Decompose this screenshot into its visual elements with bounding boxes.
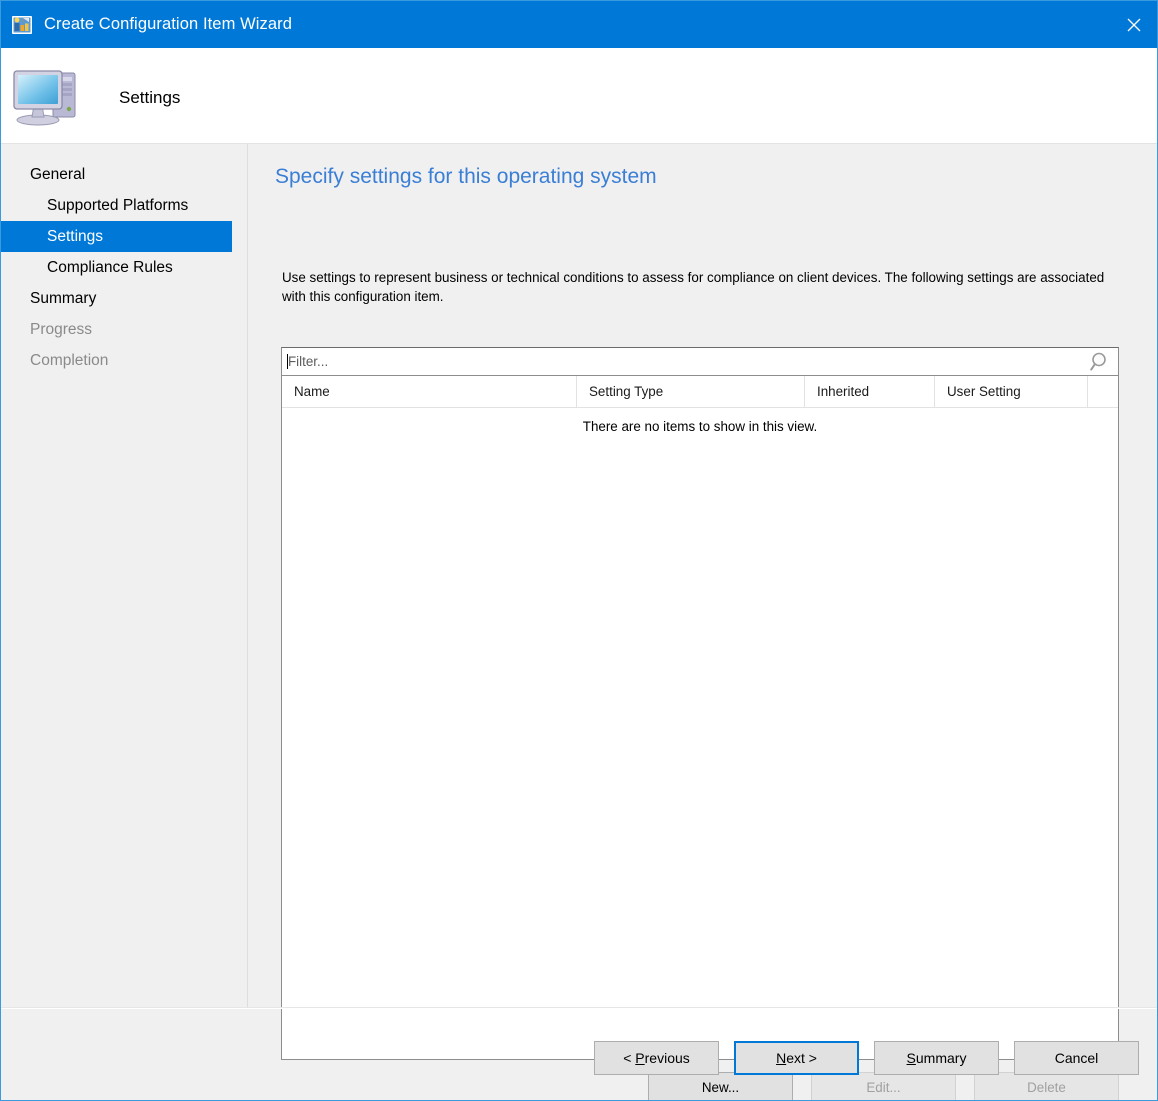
configuration-item-icon: [11, 14, 33, 36]
page-title: Specify settings for this operating syst…: [275, 165, 657, 188]
list-action-bar: New... Edit... Delete: [281, 1072, 1119, 1100]
settings-list[interactable]: Name Setting Type Inherited User Setting…: [281, 376, 1119, 1060]
column-header-setting-type[interactable]: Setting Type: [577, 376, 805, 407]
wizard-header: Settings: [1, 48, 1157, 144]
previous-button[interactable]: < Previous: [594, 1041, 719, 1075]
window-title: Create Configuration Item Wizard: [44, 15, 293, 33]
footer-divider-left: [1, 1008, 249, 1009]
next-button[interactable]: Next >: [734, 1041, 859, 1075]
page-description: Use settings to represent business or te…: [282, 270, 1105, 304]
sidebar-item-completion: Completion: [1, 345, 232, 376]
computer-icon: [9, 59, 87, 133]
create-configuration-item-wizard-window: Create Configuration Item Wizard Setting…: [0, 0, 1158, 1101]
cancel-button-label: Cancel: [1054, 1050, 1099, 1066]
wizard-body: General Supported Platforms Settings Com…: [1, 144, 1157, 1100]
column-header-user-setting[interactable]: User Setting: [935, 376, 1088, 407]
wizard-navigation: < Previous Next > Summary Cancel: [594, 1041, 1139, 1075]
delete-button: Delete: [974, 1072, 1119, 1100]
sidebar-item-supported-platforms[interactable]: Supported Platforms: [1, 190, 232, 221]
filter-placeholder: Filter...: [288, 354, 329, 369]
magnifier-icon[interactable]: [1088, 350, 1112, 374]
filter-input[interactable]: Filter...: [281, 347, 1119, 376]
column-header-spacer: [1088, 376, 1118, 407]
sidebar-item-label: Completion: [30, 351, 109, 369]
sidebar-item-label: Supported Platforms: [47, 196, 189, 214]
sidebar-item-compliance-rules[interactable]: Compliance Rules: [1, 252, 232, 283]
summary-button-label: Summary: [906, 1050, 967, 1066]
sidebar-item-settings[interactable]: Settings: [1, 221, 232, 252]
new-button[interactable]: New...: [648, 1072, 793, 1100]
close-icon[interactable]: [1111, 1, 1157, 48]
sidebar-item-label: General: [30, 165, 86, 183]
header-title: Settings: [119, 88, 181, 107]
wizard-step-list: General Supported Platforms Settings Com…: [1, 144, 248, 1100]
edit-button: Edit...: [811, 1072, 956, 1100]
sidebar-item-summary[interactable]: Summary: [1, 283, 232, 314]
sidebar-item-label: Progress: [30, 320, 93, 338]
empty-list-message: There are no items to show in this view.: [582, 419, 818, 434]
summary-button[interactable]: Summary: [874, 1041, 999, 1075]
sidebar-item-general[interactable]: General: [1, 159, 232, 190]
cancel-button[interactable]: Cancel: [1014, 1041, 1139, 1075]
content-pane: Specify settings for this operating syst…: [249, 144, 1157, 1100]
list-header-row: Name Setting Type Inherited User Setting: [282, 376, 1118, 408]
sidebar-item-progress: Progress: [1, 314, 232, 345]
sidebar-item-label: Summary: [30, 289, 97, 307]
column-header-inherited[interactable]: Inherited: [805, 376, 935, 407]
previous-button-label: < Previous: [623, 1050, 690, 1066]
next-button-label: Next >: [776, 1050, 817, 1066]
column-header-name[interactable]: Name: [282, 376, 577, 407]
title-bar: Create Configuration Item Wizard: [1, 1, 1157, 48]
sidebar-item-label: Compliance Rules: [47, 258, 173, 276]
sidebar-item-label: Settings: [47, 227, 104, 245]
